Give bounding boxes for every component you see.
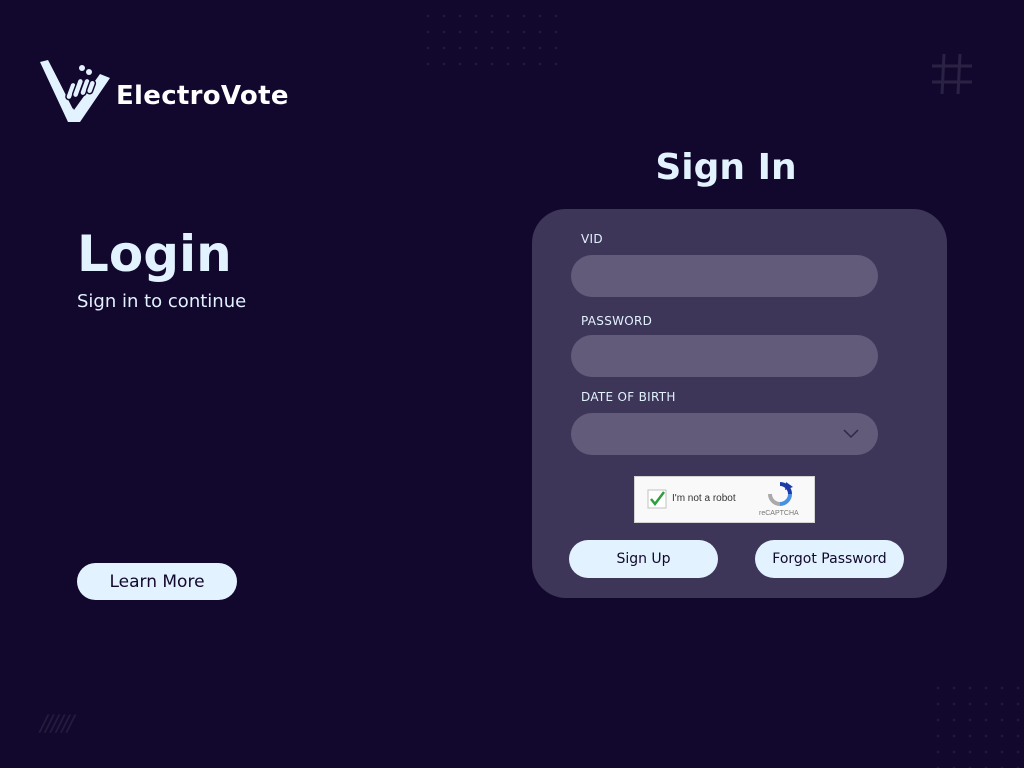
password-input[interactable] (571, 335, 878, 377)
recaptcha-logo-icon (768, 482, 793, 506)
vid-input[interactable] (571, 255, 878, 297)
page-subtitle: Sign in to continue (77, 291, 247, 312)
decorative-slashes: ////// (40, 712, 75, 737)
recaptcha-widget: I'm not a robot reCAPTCHA (634, 476, 815, 523)
brand-name: ElectroVote (116, 81, 289, 111)
signin-card: VID PASSWORD DATE OF BIRTH I'm not a rob… (532, 209, 947, 598)
captcha-brand: reCAPTCHA (759, 510, 799, 517)
signup-button[interactable]: Sign Up (569, 540, 718, 578)
decorative-dot-grid (930, 680, 1024, 768)
vid-label: VID (581, 232, 603, 246)
brand-logo: ElectroVote (38, 56, 289, 126)
forgot-password-button[interactable]: Forgot Password (755, 540, 904, 578)
learn-more-button[interactable]: Learn More (77, 563, 237, 600)
dob-label: DATE OF BIRTH (581, 390, 676, 404)
captcha-checkbox[interactable] (647, 489, 667, 509)
password-label: PASSWORD (581, 314, 653, 328)
dob-select[interactable] (571, 413, 878, 455)
chevron-down-icon[interactable] (843, 427, 859, 439)
decorative-dot-grid (420, 8, 560, 68)
login-page: ////// ElectroVote Login Sign in to cont… (0, 0, 1024, 768)
decorative-hash-icon (932, 53, 972, 95)
page-title: Login (77, 225, 232, 283)
signin-heading: Sign In (655, 147, 797, 188)
v-ballot-hand-icon (40, 60, 110, 122)
captcha-label: I'm not a robot (672, 493, 736, 504)
